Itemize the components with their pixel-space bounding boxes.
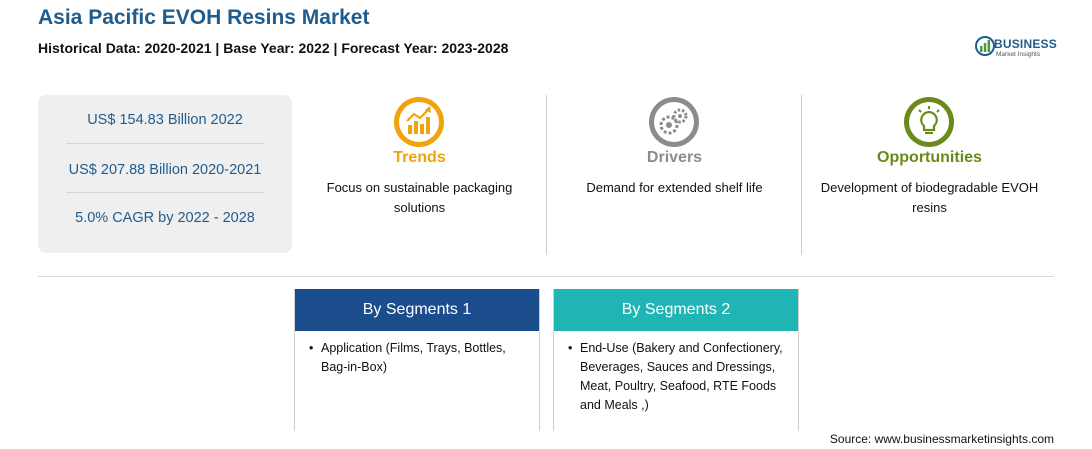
bullet: •: [309, 341, 314, 355]
market-value-historical: US$ 207.88 Billion 2020-2021: [68, 162, 262, 178]
section-divider: [38, 276, 1054, 277]
drivers-title: Drivers: [646, 149, 703, 166]
trend-chart-icon: [394, 97, 444, 147]
segment-card-2: By Segments 2 • End-Use (Bakery and Conf…: [553, 289, 799, 431]
opportunities-card: Opportunities Development of biodegradab…: [802, 95, 1057, 255]
segment-2-text: End-Use (Bakery and Confectionery, Bever…: [580, 341, 783, 412]
market-value-2022: US$ 154.83 Billion 2022: [87, 112, 243, 128]
gears-icon: [649, 97, 699, 147]
segment-2-item: • End-Use (Bakery and Confectionery, Bev…: [568, 339, 790, 415]
lightbulb-icon: [904, 97, 954, 147]
stats-divider: [66, 192, 264, 193]
drivers-text: Demand for extended shelf life: [586, 180, 763, 195]
trends-title: Trends: [393, 149, 446, 166]
source-note: Source: www.businessmarketinsights.com: [829, 432, 1054, 446]
logo-tagline: Market Insights: [996, 51, 1041, 58]
logo-globe-icon: [975, 36, 995, 56]
segment-1-text: Application (Films, Trays, Bottles, Bag-…: [321, 341, 506, 374]
segment-1-item: • Application (Films, Trays, Bottles, Ba…: [309, 339, 531, 377]
segment-1-title: By Segments 1: [295, 289, 539, 331]
stats-divider: [66, 143, 264, 144]
segment-card-1: By Segments 1 • Application (Films, Tray…: [294, 289, 540, 431]
logo-name: BUSINESS: [994, 37, 1057, 51]
trends-card: Trends Focus on sustainable packaging so…: [292, 95, 547, 255]
cagr-value: 5.0% CAGR by 2022 - 2028: [75, 210, 255, 226]
drivers-card: Drivers Demand for extended shelf life: [547, 95, 802, 255]
company-logo: BUSINESS Market Insights: [974, 34, 1064, 60]
bullet: •: [568, 341, 573, 355]
market-stats-panel: US$ 154.83 Billion 2022 US$ 207.88 Billi…: [38, 95, 292, 253]
opportunities-title: Opportunities: [877, 149, 982, 166]
trends-text: Focus on sustainable packaging solutions: [326, 180, 513, 215]
opportunities-text: Development of biodegradable EVOH resins: [820, 180, 1039, 215]
segment-2-title: By Segments 2: [554, 289, 798, 331]
page-title: Asia Pacific EVOH Resins Market: [38, 6, 370, 29]
page-subtitle: Historical Data: 2020-2021 | Base Year: …: [38, 40, 509, 56]
